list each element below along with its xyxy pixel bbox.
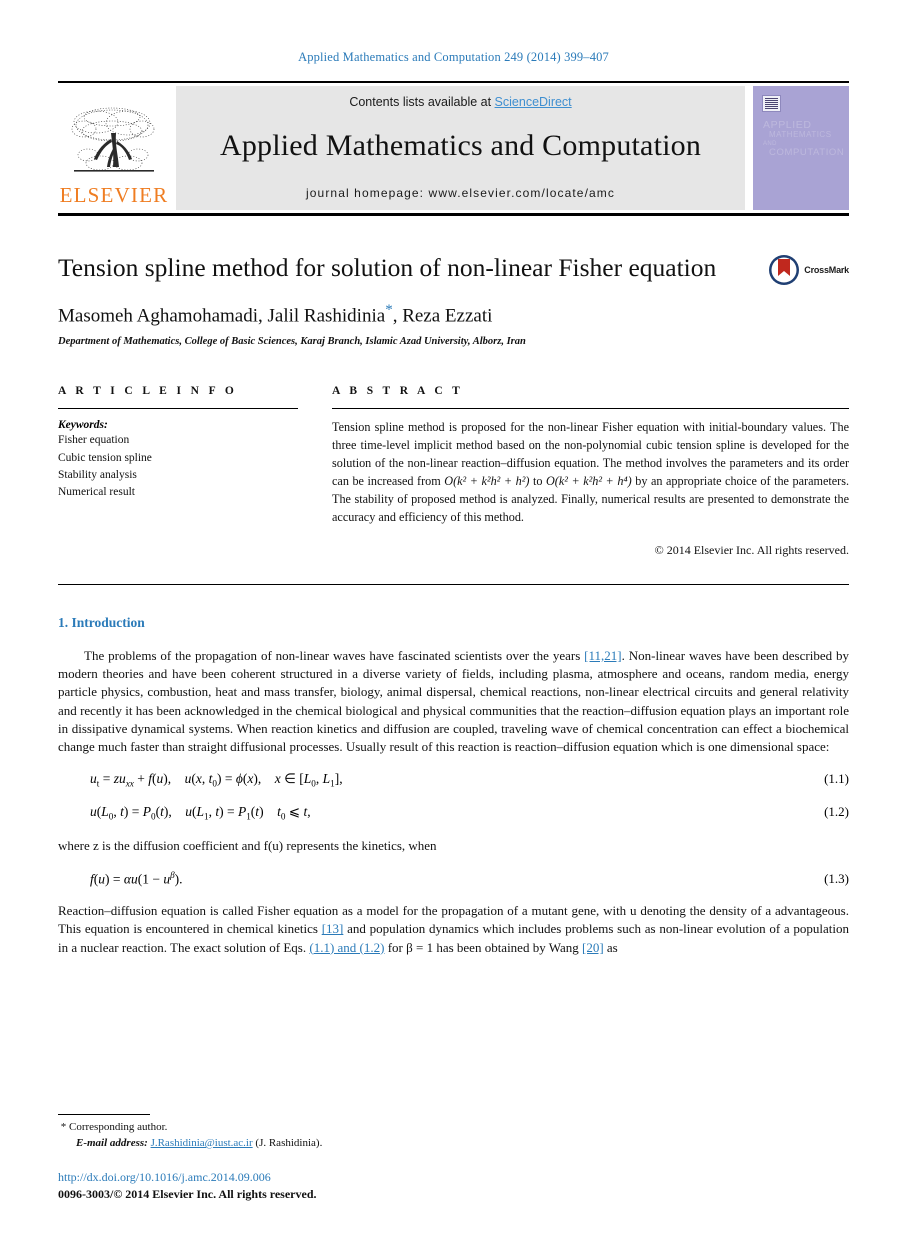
sciencedirect-link[interactable]: ScienceDirect [495,95,572,109]
equation-cross-reference[interactable]: (1.1) and (1.2) [309,940,384,955]
corresponding-author-marker: * [385,302,393,319]
keywords-list: Fisher equation Cubic tension spline Sta… [58,432,298,501]
paragraph-3-d: as [603,939,618,955]
abstract-bottom-rule [58,584,849,586]
citation-link-13[interactable]: [13] [322,921,344,936]
doi-link[interactable]: http://dx.doi.org/10.1016/j.amc.2014.09.… [58,1170,849,1185]
equation-row-1-2: u(L0, t) = P0(t), u(L1, t) = P1(t) t0 ⩽ … [58,804,849,822]
abstract-text: Tension spline method is proposed for th… [332,419,849,527]
corresponding-author-text: Corresponding author. [69,1121,168,1134]
elsevier-logo: ELSEVIER [58,86,170,210]
abstract-order-to: O(k² + k²h² + h⁴) [545,474,632,489]
crossmark-label: CrossMark [804,265,849,275]
equation-row-1-1: ut = zuxx + f(u), u(x, t0) = ϕ(x), x ∈ [… [58,771,849,789]
email-label: E-mail address: [76,1137,148,1150]
elsevier-wordmark: ELSEVIER [59,183,169,207]
equation-number-1-1: (1.1) [824,771,849,787]
paragraph-1-a: The problems of the propagation of non-l… [84,648,585,664]
list-item: Numerical result [58,486,135,499]
paragraph-1: The problems of the propagation of non-l… [58,647,849,756]
equation-row-1-3: f(u) = αu(1 − uβ). (1.3) [58,870,849,888]
masthead-bottom-rule [58,213,849,216]
journal-name: Applied Mathematics and Computation [219,129,702,162]
list-item: Cubic tension spline [58,451,152,464]
paragraph-2: where z is the diffusion coefficient and… [58,837,437,853]
equation-number-1-3: (1.3) [824,871,849,887]
citation-link-20[interactable]: [20] [582,940,604,955]
equation-number-1-2: (1.2) [824,803,849,819]
list-item: Stability analysis [58,468,137,481]
citation-link-11-21[interactable]: [11,21] [584,648,621,663]
email-owner: (J. Rashidinia). [255,1137,323,1150]
journal-masthead: ELSEVIER Contents lists available at Sci… [58,86,849,210]
elsevier-tree-icon [71,107,155,172]
contents-available-line: Contents lists available at ScienceDirec… [349,95,571,109]
journal-cover-thumbnail[interactable]: APPLIED MATHEMATICS AND COMPUTATION [753,86,849,210]
article-page: Applied Mathematics and Computation 249 … [0,0,907,1238]
cover-emblem-icon [762,95,781,112]
footnote-rule [58,1114,150,1116]
equation-1-3: f(u) = αu(1 − uβ). [90,869,183,887]
corresponding-author-note: * Corresponding author. [58,1120,849,1136]
email-link[interactable]: J.Rashidinia@iust.ac.ir [151,1137,253,1149]
crossmark-badge[interactable]: CrossMark [768,254,849,286]
abstract-order-from: O(k² + k²h² + h²) [444,474,530,489]
keywords-label: Keywords: [58,419,108,432]
masthead-top-rule [58,81,849,83]
equation-1-1: ut = zuxx + f(u), u(x, t0) = ϕ(x), x ∈ [… [90,771,343,789]
authors-primary: Masomeh Aghamohamadi, Jalil Rashidinia [58,305,386,327]
author-affiliation: Department of Mathematics, College of Ba… [58,336,526,348]
list-item: Fisher equation [58,434,130,447]
journal-homepage-line[interactable]: journal homepage: www.elsevier.com/locat… [306,186,615,200]
issn-copyright-line: 0096-3003/© 2014 Elsevier Inc. All right… [58,1187,317,1201]
copyright-line: © 2014 Elsevier Inc. All rights reserved… [654,543,849,558]
footnote-marker: * [60,1121,67,1134]
paragraph-1-b: . Non-linear waves have been described b… [58,648,849,754]
title-zone: Tension spline method for solution of no… [58,252,849,347]
journal-title-block: Contents lists available at ScienceDirec… [176,86,745,210]
running-head: Applied Mathematics and Computation 249 … [298,50,609,64]
abstract-rule [332,408,849,410]
author-list: Masomeh Aghamohamadi, Jalil Rashidinia*,… [58,302,849,327]
section-heading-introduction: 1. Introduction [58,615,145,631]
page-footer: * Corresponding author. E-mail address: … [58,1114,849,1202]
abstract-column: A B S T R A C T Tension spline method is… [332,385,849,558]
authors-secondary: , Reza Ezzati [392,305,493,327]
abstract-part-2: to [529,474,546,489]
page-title: Tension spline method for solution of no… [58,253,717,282]
contents-prefix: Contents lists available at [349,95,495,109]
article-body: 1. Introduction The problems of the prop… [58,615,849,957]
article-info-column: A R T I C L E I N F O Keywords: Fisher e… [58,385,298,558]
paragraph-3-c: for β = 1 has been obtained by Wang [384,939,582,955]
article-info-heading: A R T I C L E I N F O [58,385,238,398]
cover-text-line-4: COMPUTATION [769,147,845,158]
article-info-rule [58,408,298,410]
equation-1-2: u(L0, t) = P0(t), u(L1, t) = P1(t) t0 ⩽ … [90,803,311,822]
email-note: E-mail address: J.Rashidinia@iust.ac.ir … [58,1136,849,1152]
abstract-heading: A B S T R A C T [332,385,464,398]
crossmark-icon [769,255,800,285]
info-abstract-region: A R T I C L E I N F O Keywords: Fisher e… [58,385,849,558]
paragraph-3: Reaction–diffusion equation is called Fi… [58,902,849,957]
cover-text-line-2: MATHEMATICS [769,130,832,139]
